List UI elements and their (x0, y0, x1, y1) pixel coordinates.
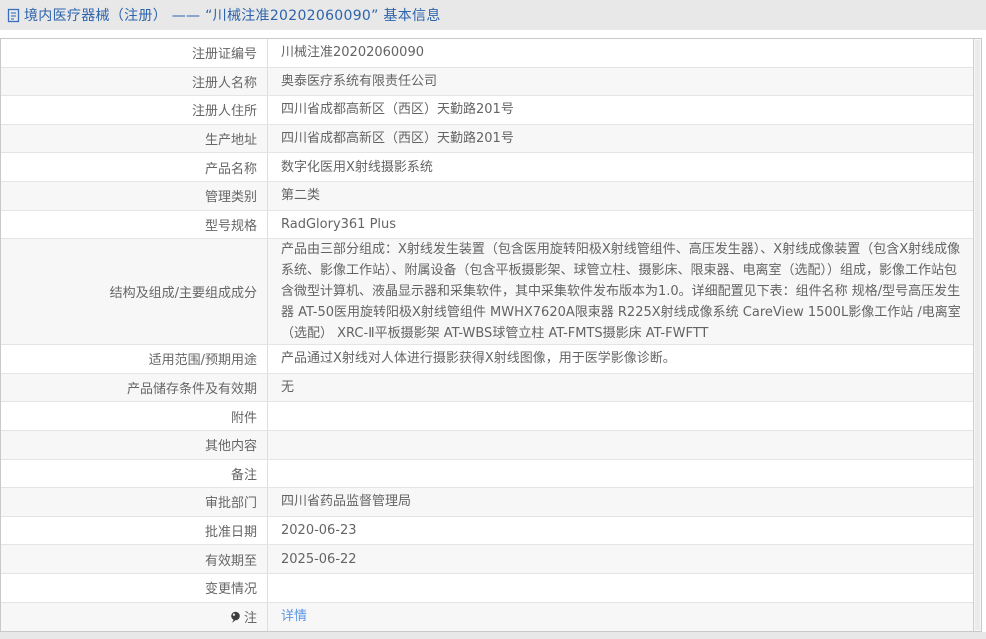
row-label: 附件 (1, 402, 268, 430)
table-rows: 注册证编号川械注准20202060090注册人名称奥泰医疗系统有限责任公司注册人… (1, 39, 981, 631)
table-row: 其他内容 (1, 431, 981, 460)
row-value: 川械注准20202060090 (268, 39, 981, 67)
table-row: 有效期至2025-06-22 (1, 545, 981, 574)
row-label: 审批部门 (1, 488, 268, 516)
detail-link[interactable]: 详情 (281, 606, 307, 627)
table-row: 注册人名称奥泰医疗系统有限责任公司 (1, 68, 981, 97)
title-bar: 境内医疗器械（注册） —— “川械注准20202060090” 基本信息 (0, 0, 986, 30)
row-label: 生产地址 (1, 125, 268, 153)
document-icon (7, 8, 20, 23)
row-label: 产品名称 (1, 153, 268, 181)
row-value: RadGlory361 Plus (268, 211, 981, 239)
table-row: 审批部门四川省药品监督管理局 (1, 488, 981, 517)
vertical-scrollbar[interactable] (973, 39, 981, 631)
row-label: 型号规格 (1, 211, 268, 239)
table-row: 注册证编号川械注准20202060090 (1, 39, 981, 68)
table-row: 备注 (1, 460, 981, 489)
row-label: 产品储存条件及有效期 (1, 374, 268, 402)
row-value: 数字化医用X射线摄影系统 (268, 153, 981, 181)
row-label: 注册人住所 (1, 96, 268, 124)
row-value: 第二类 (268, 182, 981, 210)
row-label: 其他内容 (1, 431, 268, 459)
row-label: 注 (1, 603, 268, 632)
row-value (268, 460, 981, 488)
table-row: 产品名称数字化医用X射线摄影系统 (1, 153, 981, 182)
row-label: 有效期至 (1, 545, 268, 573)
row-label: 结构及组成/主要组成成分 (1, 239, 268, 344)
row-value: 奥泰医疗系统有限责任公司 (268, 68, 981, 96)
table-row: 结构及组成/主要组成成分产品由三部分组成：X射线发生装置（包含医用旋转阳极X射线… (1, 239, 981, 345)
scrollbar-thumb[interactable] (975, 40, 980, 630)
table-row: 附件 (1, 402, 981, 431)
table-row: 变更情况 (1, 574, 981, 603)
row-value: 产品通过X射线对人体进行摄影获得X射线图像，用于医学影像诊断。 (268, 345, 981, 373)
content-panel: 注册证编号川械注准20202060090注册人名称奥泰医疗系统有限责任公司注册人… (0, 30, 986, 632)
row-value: 2025-06-22 (268, 545, 981, 573)
table-row: 注册人住所四川省成都高新区（西区）天勤路201号 (1, 96, 981, 125)
row-label: 变更情况 (1, 574, 268, 602)
registration-info-table: 注册证编号川械注准20202060090注册人名称奥泰医疗系统有限责任公司注册人… (0, 38, 982, 632)
row-value: 四川省药品监督管理局 (268, 488, 981, 516)
row-value: 四川省成都高新区（西区）天勤路201号 (268, 96, 981, 124)
row-label: 备注 (1, 460, 268, 488)
row-label: 注册证编号 (1, 39, 268, 67)
table-row: 适用范围/预期用途产品通过X射线对人体进行摄影获得X射线图像，用于医学影像诊断。 (1, 345, 981, 374)
table-row: 生产地址四川省成都高新区（西区）天勤路201号 (1, 125, 981, 154)
row-value: 2020-06-23 (268, 517, 981, 545)
page-title: 境内医疗器械（注册） —— “川械注准20202060090” 基本信息 (24, 5, 441, 25)
table-row: 产品储存条件及有效期无 (1, 374, 981, 403)
row-label: 注册人名称 (1, 68, 268, 96)
row-value: 产品由三部分组成：X射线发生装置（包含医用旋转阳极X射线管组件、高压发生器）、X… (268, 239, 981, 344)
table-row: 型号规格RadGlory361 Plus (1, 211, 981, 240)
table-row: 注详情 (1, 603, 981, 632)
row-value (268, 574, 981, 602)
row-label: 管理类别 (1, 182, 268, 210)
row-value (268, 431, 981, 459)
row-value: 四川省成都高新区（西区）天勤路201号 (268, 125, 981, 153)
table-row: 管理类别第二类 (1, 182, 981, 211)
balloon-icon (230, 611, 241, 624)
table-row: 批准日期2020-06-23 (1, 517, 981, 546)
row-label: 批准日期 (1, 517, 268, 545)
row-value: 无 (268, 374, 981, 402)
row-value (268, 402, 981, 430)
row-label: 适用范围/预期用途 (1, 345, 268, 373)
row-value: 详情 (268, 603, 981, 632)
